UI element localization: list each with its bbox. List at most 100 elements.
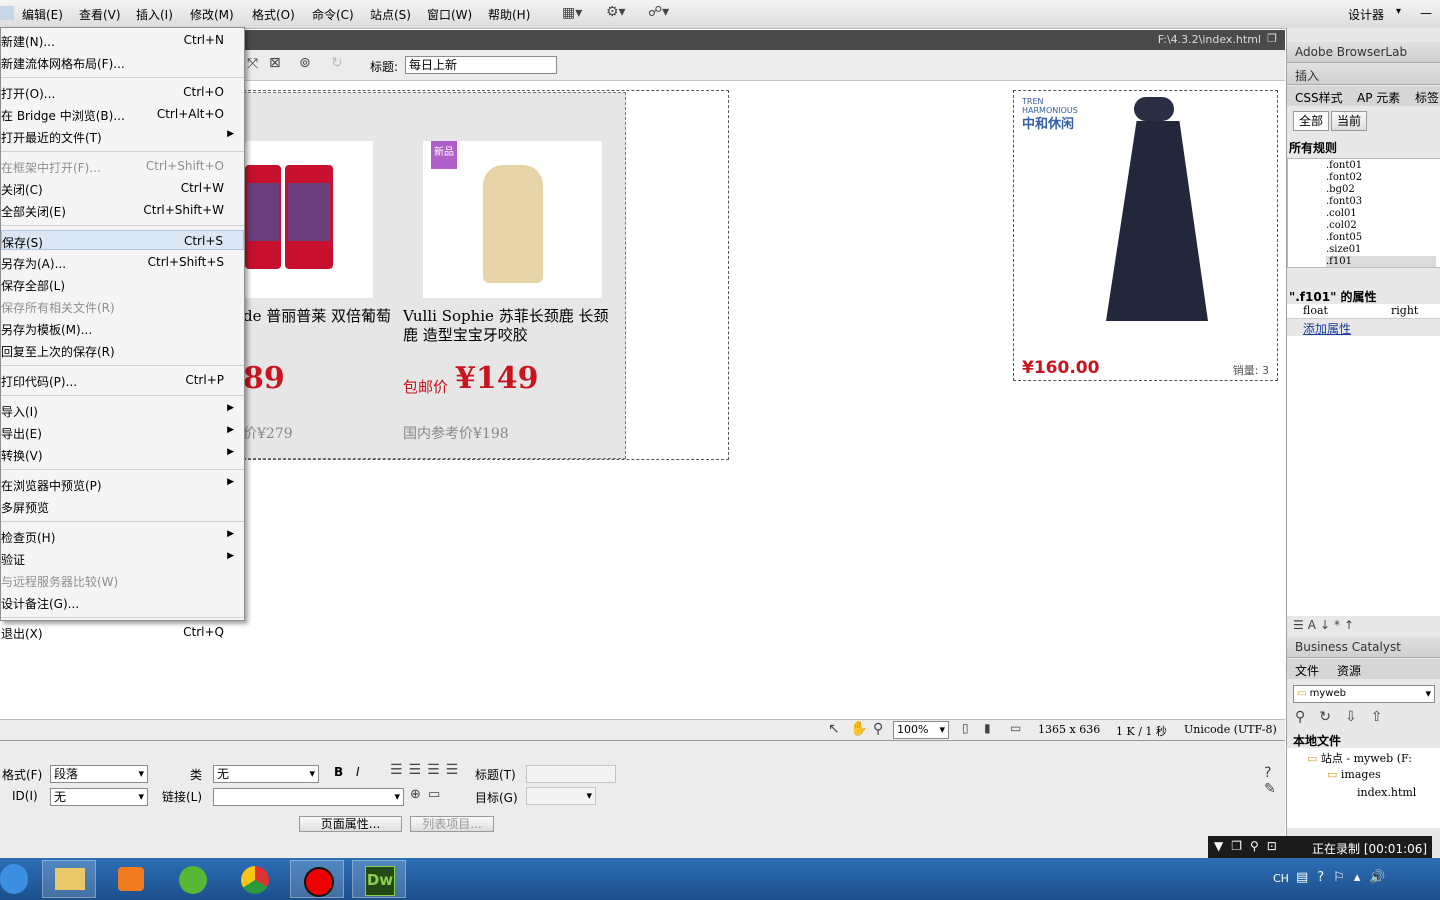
css-rule-item[interactable]: .font03 xyxy=(1326,196,1362,207)
browser-360-app[interactable] xyxy=(166,860,220,898)
file-menu-item[interactable]: 关闭(C) Ctrl+W xyxy=(1,178,244,198)
tree-site-root[interactable]: ▭ 站点 - myweb (F: xyxy=(1307,750,1412,766)
target-select[interactable] xyxy=(526,787,596,805)
menu-help[interactable]: 帮助(H) xyxy=(488,6,530,23)
title-input[interactable]: 每日上新 xyxy=(405,56,557,74)
file-menu-item[interactable]: 转换(V) ▶ xyxy=(1,444,244,464)
file-menu-item[interactable]: 打开(O)... Ctrl+O xyxy=(1,82,244,102)
menu-insert[interactable]: 插入(I) xyxy=(136,6,173,23)
restore-icon[interactable]: ❐ xyxy=(1267,32,1277,45)
files-toolbar-icons[interactable]: ⚲↻⇩⇧ xyxy=(1295,709,1396,725)
css-rule-item[interactable]: .font01 xyxy=(1326,160,1362,171)
page-properties-button[interactable]: 页面属性... xyxy=(299,816,402,832)
format-select[interactable]: 段落 xyxy=(50,765,148,783)
recording-controls[interactable]: ▼❐⚲⊡ xyxy=(1214,839,1285,853)
pointer-tool-icon[interactable]: ↖ xyxy=(828,721,840,737)
tab-assets[interactable]: 资源 xyxy=(1337,662,1361,679)
css-rule-item[interactable]: .col02 xyxy=(1326,220,1357,231)
file-menu-item[interactable]: 保存(S) Ctrl+S xyxy=(1,230,244,250)
class-select[interactable]: 无 xyxy=(213,765,319,783)
menu-view[interactable]: 查看(V) xyxy=(79,6,121,23)
file-menu-item[interactable]: 在框架中打开(F)... Ctrl+Shift+O xyxy=(1,156,244,176)
panel-view-icons[interactable]: ☰A↓*↑ xyxy=(1293,618,1358,632)
chrome-app[interactable] xyxy=(228,860,282,898)
browse-folder-icon[interactable]: ▭ xyxy=(428,787,440,802)
menu-site[interactable]: 站点(S) xyxy=(370,6,411,23)
tab-files[interactable]: 文件 xyxy=(1295,662,1319,679)
browserlab-panel-header[interactable]: Adobe BrowserLab xyxy=(1287,42,1440,63)
file-menu-item[interactable]: 新建(N)... Ctrl+N xyxy=(1,30,244,50)
file-menu-item[interactable]: 打印代码(P)... Ctrl+P xyxy=(1,370,244,390)
file-menu-item[interactable]: 与远程服务器比较(W) xyxy=(1,570,244,590)
bold-button[interactable]: B xyxy=(334,765,343,779)
tab-css-styles[interactable]: CSS样式 xyxy=(1295,89,1343,106)
file-menu-item[interactable]: 在浏览器中预览(P) ▶ xyxy=(1,474,244,494)
zoom-select[interactable]: 100% xyxy=(893,721,949,739)
business-catalyst-header[interactable]: Business Catalyst xyxy=(1287,637,1440,658)
title-field[interactable] xyxy=(526,765,616,783)
check-browser-icon[interactable]: ⊠ xyxy=(269,55,281,71)
media-player-app[interactable] xyxy=(104,860,158,898)
mode-current-button[interactable]: 当前 xyxy=(1331,111,1367,131)
link-input[interactable] xyxy=(213,788,404,806)
point-to-file-icon[interactable]: ⊕ xyxy=(410,787,421,802)
site-select[interactable]: ▭ myweb xyxy=(1293,685,1435,703)
refresh-icon[interactable]: ↻ xyxy=(331,55,343,71)
product-image[interactable] xyxy=(243,141,373,298)
workspace-switcher[interactable]: 设计器 xyxy=(1348,6,1384,23)
mobile-size-icon[interactable]: ▯ xyxy=(962,721,969,735)
layout-icon[interactable]: ▦▾ xyxy=(562,5,582,21)
tab-ap-elements[interactable]: AP 元素 xyxy=(1357,89,1400,106)
add-property-link[interactable]: 添加属性 xyxy=(1303,320,1351,337)
sites-icon[interactable]: ☍▾ xyxy=(648,4,669,20)
file-menu-item[interactable]: 检查页(H) ▶ xyxy=(1,526,244,546)
tree-folder-images[interactable]: ▭ images xyxy=(1327,768,1381,781)
product-image[interactable]: 新品 xyxy=(423,141,602,298)
file-menu-item[interactable]: 保存全部(L) xyxy=(1,274,244,294)
desktop-size-icon[interactable]: ▭ xyxy=(1010,721,1021,735)
tab-tags[interactable]: 标签 xyxy=(1415,89,1439,106)
file-menu-item[interactable]: 多屏预览 xyxy=(1,496,244,516)
input-language[interactable]: CH xyxy=(1273,872,1289,885)
css-rule-item[interactable]: .font02 xyxy=(1326,172,1362,183)
minimize-icon[interactable]: — xyxy=(1420,6,1432,20)
tablet-size-icon[interactable]: ▮ xyxy=(984,721,991,735)
file-menu-item[interactable]: 新建流体网格布局(F)... xyxy=(1,52,244,72)
tree-file-index[interactable]: index.html xyxy=(1357,786,1416,799)
id-select[interactable]: 无 xyxy=(50,788,148,806)
css-rule-item[interactable]: .bg02 xyxy=(1326,184,1355,195)
explorer-app[interactable] xyxy=(42,860,96,898)
file-menu-item[interactable]: 回复至上次的保存(R) xyxy=(1,340,244,360)
file-menu-item[interactable]: 导出(E) ▶ xyxy=(1,422,244,442)
preview-icon[interactable]: ⊚ xyxy=(299,55,311,71)
css-rule-item[interactable]: .font05 xyxy=(1326,232,1362,243)
hand-tool-icon[interactable]: ✋ xyxy=(850,721,867,737)
file-menu-item[interactable]: 导入(I) ▶ xyxy=(1,400,244,420)
file-menu-item[interactable]: 打开最近的文件(T) ▶ xyxy=(1,126,244,146)
chevron-down-icon[interactable]: ▾ xyxy=(1396,6,1401,17)
menu-format[interactable]: 格式(O) xyxy=(252,6,295,23)
gear-icon[interactable]: ⚙▾ xyxy=(606,4,626,20)
file-menu-item[interactable]: 另存为(A)... Ctrl+Shift+S xyxy=(1,252,244,272)
menu-modify[interactable]: 修改(M) xyxy=(190,6,234,23)
italic-button[interactable]: I xyxy=(356,765,360,779)
edit-icon[interactable]: ✎ xyxy=(1264,781,1276,797)
menu-command[interactable]: 命令(C) xyxy=(312,6,354,23)
zoom-tool-icon[interactable]: ⚲ xyxy=(873,721,883,737)
file-menu-tab[interactable] xyxy=(0,6,14,20)
property-row[interactable]: float right xyxy=(1287,304,1440,319)
file-menu-item[interactable]: 验证 ▶ xyxy=(1,548,244,568)
css-rule-item[interactable]: .col01 xyxy=(1326,208,1357,219)
mode-all-button[interactable]: 全部 xyxy=(1293,111,1329,131)
tray-icons[interactable]: ▤?⚐▴🔊 xyxy=(1296,870,1395,885)
menu-window[interactable]: 窗口(W) xyxy=(427,6,472,23)
inspect-icon[interactable]: ⤧ xyxy=(247,56,258,72)
insert-panel-header[interactable]: 插入 xyxy=(1287,64,1440,85)
featured-product[interactable]: TREN HARMONIOUS 中和休闲 ¥160.00 销量: 3 xyxy=(1013,90,1278,381)
css-rule-item[interactable]: .size01 xyxy=(1326,244,1361,255)
recorder-app[interactable] xyxy=(290,860,344,898)
window-size[interactable]: 1365 x 636 xyxy=(1038,723,1100,736)
file-menu-item[interactable]: 保存所有相关文件(R) xyxy=(1,296,244,316)
start-button[interactable] xyxy=(0,864,28,894)
list-item-button[interactable]: 列表项目... xyxy=(410,816,494,832)
